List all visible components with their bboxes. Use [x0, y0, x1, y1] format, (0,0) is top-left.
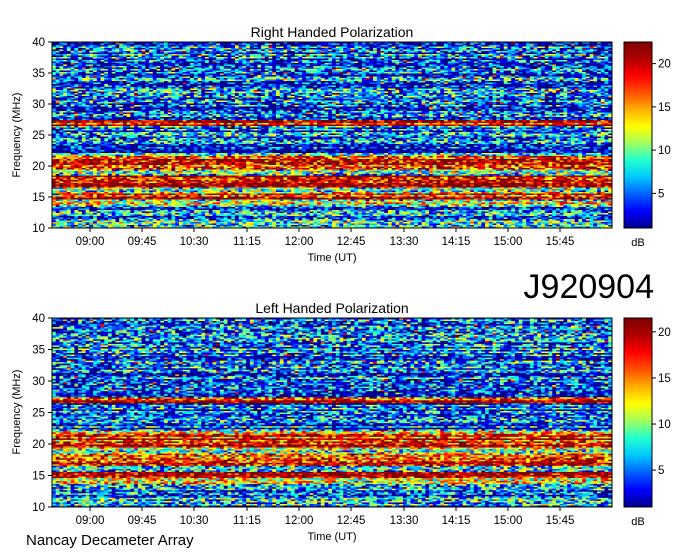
panel-right-handed: Right Handed Polarization 10152025303540… [11, 24, 671, 264]
panel-title: Right Handed Polarization [251, 24, 414, 40]
dynamic-spectrum-figure: Right Handed Polarization 10152025303540… [0, 0, 680, 552]
spectrogram-plot [52, 42, 612, 228]
